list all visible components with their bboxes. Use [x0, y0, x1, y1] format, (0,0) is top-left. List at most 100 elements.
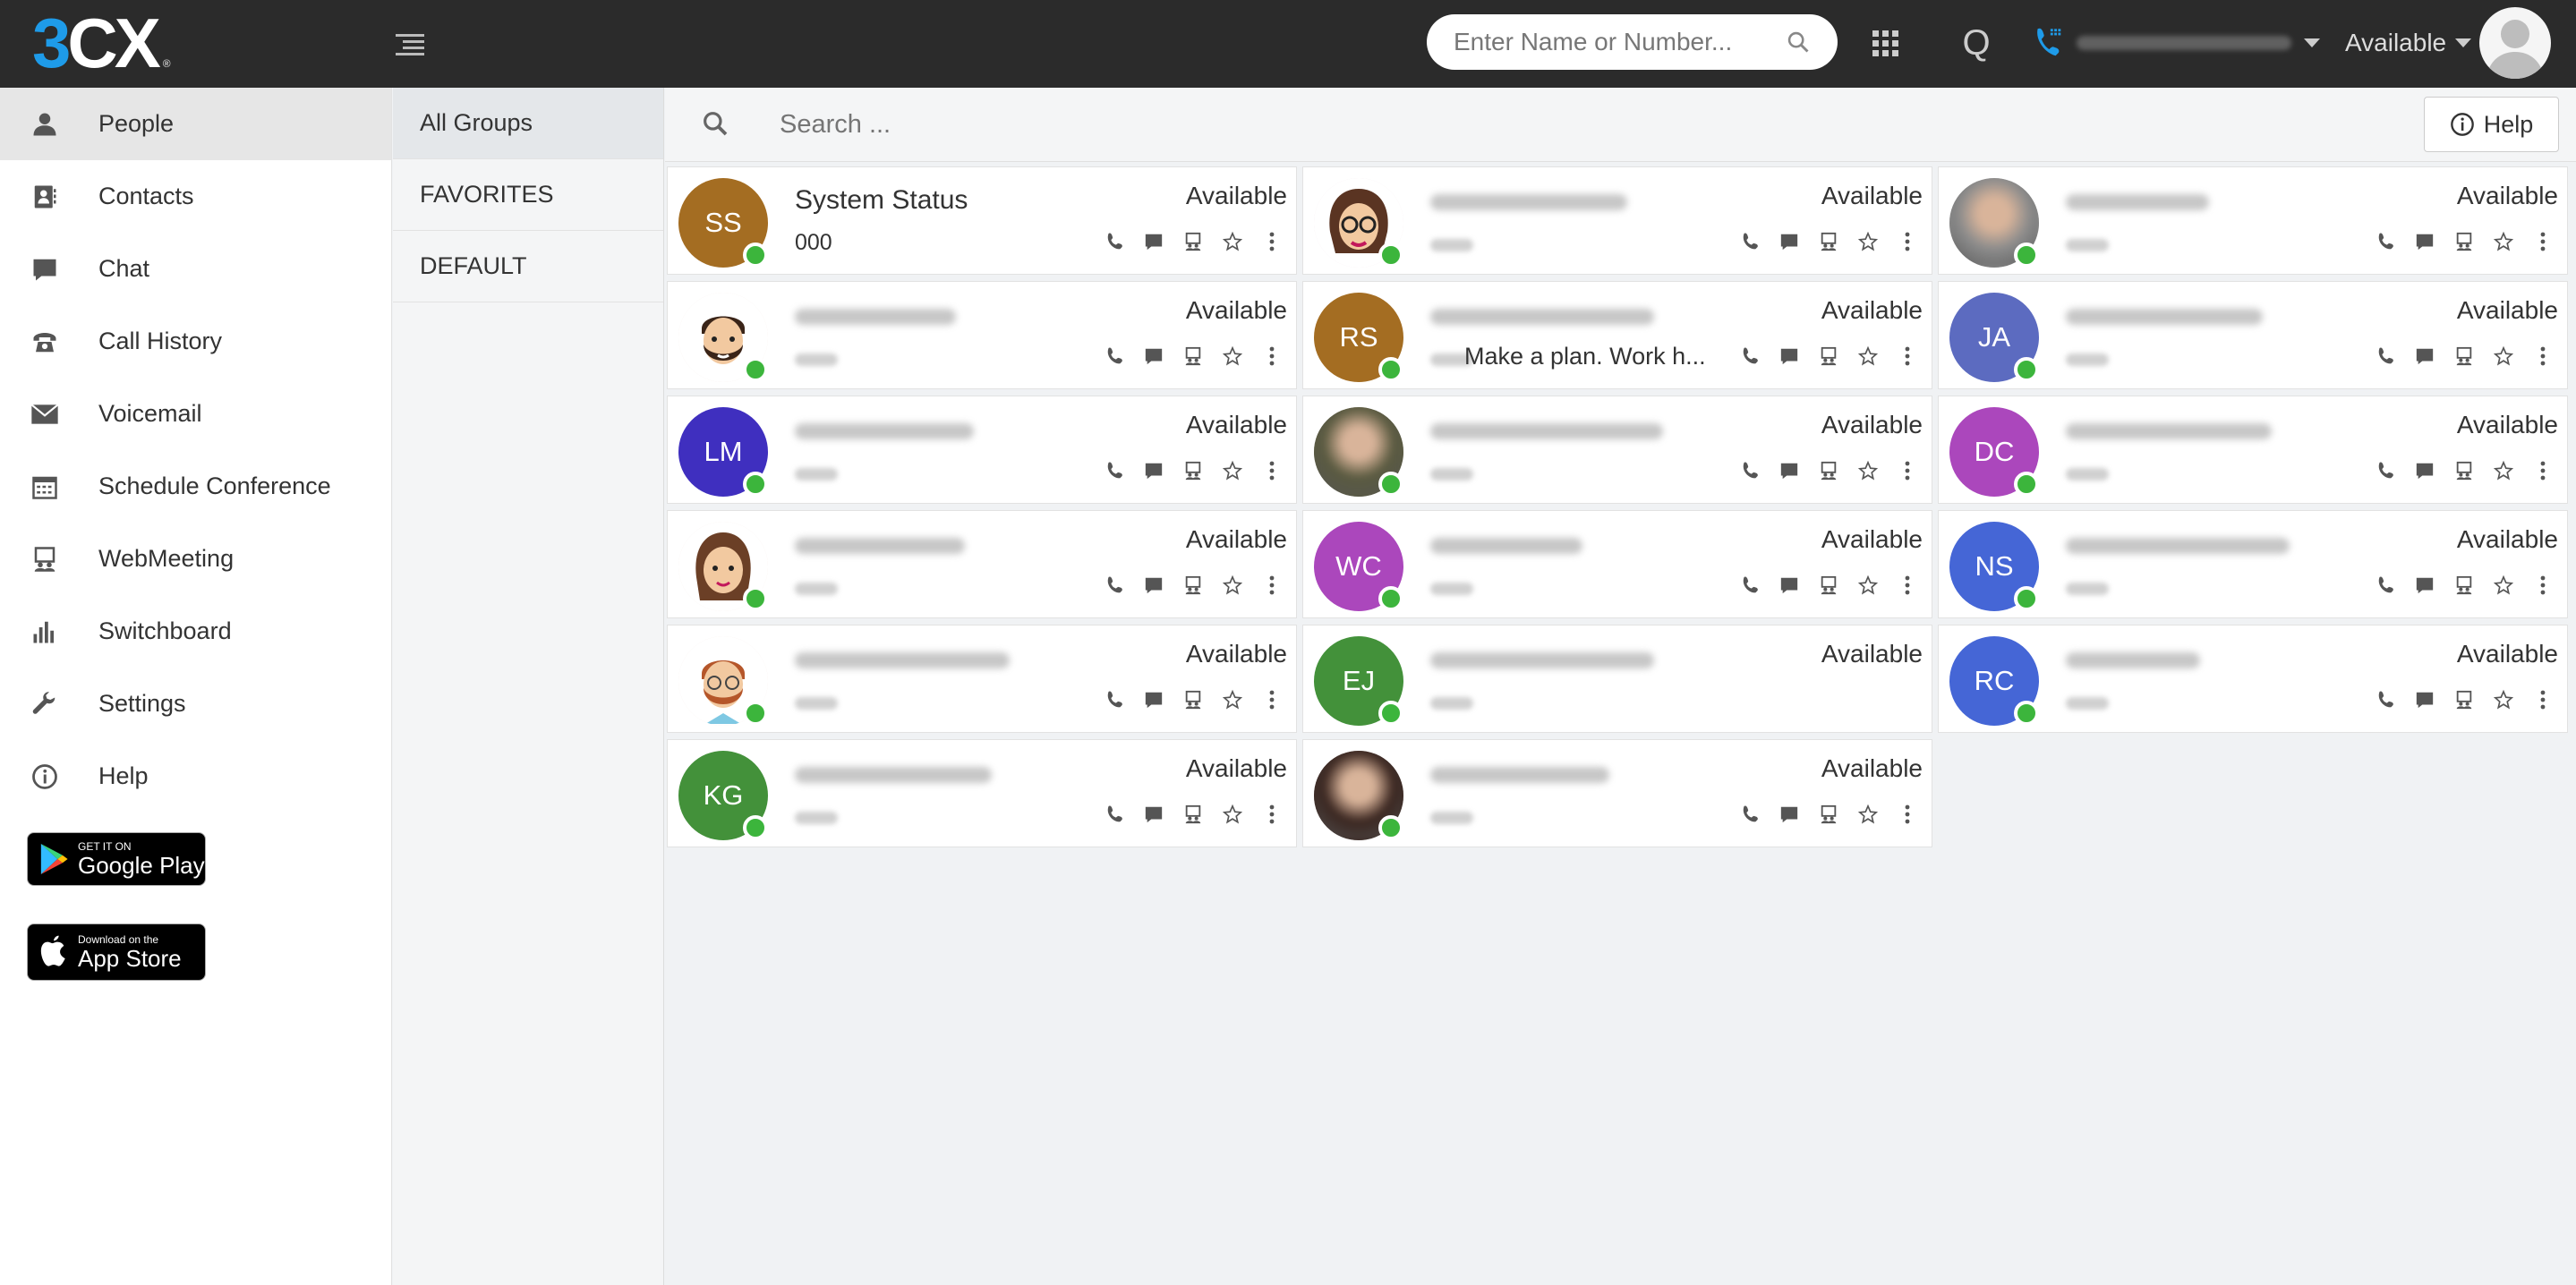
help-button[interactable]: Help — [2424, 97, 2559, 152]
sidebar-item-people[interactable]: People — [0, 88, 391, 160]
star-icon[interactable] — [1223, 574, 1242, 597]
sidebar-item-voicemail[interactable]: Voicemail — [0, 378, 391, 450]
chat-icon[interactable] — [2415, 459, 2435, 482]
sidebar-item-contacts[interactable]: Contacts — [0, 160, 391, 233]
chat-icon[interactable] — [1144, 803, 1164, 826]
status-selector[interactable]: Available — [2345, 21, 2472, 64]
webmeeting-icon[interactable] — [1819, 574, 1838, 597]
contact-card[interactable]: Available — [667, 510, 1297, 618]
chat-icon[interactable] — [1779, 574, 1799, 597]
call-icon[interactable] — [1105, 803, 1124, 826]
contact-card[interactable]: Available — [667, 281, 1297, 389]
contact-card[interactable]: Available — [1302, 396, 1932, 504]
webmeeting-icon[interactable] — [2454, 459, 2474, 482]
chat-icon[interactable] — [2415, 574, 2435, 597]
contact-card[interactable]: LM Available — [667, 396, 1297, 504]
contact-card[interactable]: NS Available — [1938, 510, 2568, 618]
webmeeting-icon[interactable] — [1183, 803, 1203, 826]
google-play-badge[interactable]: GET IT ON Google Play — [27, 832, 206, 886]
webmeeting-icon[interactable] — [2454, 574, 2474, 597]
more-vertical-icon[interactable] — [2533, 345, 2553, 368]
star-icon[interactable] — [2494, 230, 2513, 253]
group-favorites[interactable]: FAVORITES — [393, 159, 663, 231]
call-icon[interactable] — [1740, 803, 1760, 826]
star-icon[interactable] — [2494, 345, 2513, 368]
more-vertical-icon[interactable] — [1898, 803, 1917, 826]
app-store-badge[interactable]: Download on the App Store — [27, 923, 206, 981]
contact-card[interactable]: DC Available — [1938, 396, 2568, 504]
3cx-logo[interactable]: 3 CX ® — [32, 4, 171, 82]
sidebar-item-chat[interactable]: Chat — [0, 233, 391, 305]
more-vertical-icon[interactable] — [2533, 574, 2553, 597]
more-vertical-icon[interactable] — [1262, 345, 1282, 368]
more-vertical-icon[interactable] — [1898, 459, 1917, 482]
chat-icon[interactable] — [1144, 688, 1164, 711]
phone-device-selector[interactable] — [2032, 21, 2320, 64]
group-default[interactable]: DEFAULT — [393, 231, 663, 302]
star-icon[interactable] — [1223, 345, 1242, 368]
more-vertical-icon[interactable] — [1262, 803, 1282, 826]
star-icon[interactable] — [1858, 459, 1878, 482]
contact-card[interactable]: RS Make a plan. Work h... Available — [1302, 281, 1932, 389]
contact-card[interactable]: Available — [667, 625, 1297, 733]
call-icon[interactable] — [1105, 688, 1124, 711]
star-icon[interactable] — [1223, 459, 1242, 482]
more-vertical-icon[interactable] — [1898, 345, 1917, 368]
user-avatar[interactable] — [2479, 7, 2551, 79]
sidebar-item-switchboard[interactable]: Switchboard — [0, 595, 391, 668]
webmeeting-icon[interactable] — [1819, 459, 1838, 482]
call-icon[interactable] — [1740, 459, 1760, 482]
star-icon[interactable] — [1858, 345, 1878, 368]
star-icon[interactable] — [1858, 230, 1878, 253]
star-icon[interactable] — [1223, 688, 1242, 711]
sidebar-item-webmeeting[interactable]: WebMeeting — [0, 523, 391, 595]
more-vertical-icon[interactable] — [2533, 230, 2553, 253]
star-icon[interactable] — [1858, 803, 1878, 826]
chat-icon[interactable] — [1779, 459, 1799, 482]
chat-icon[interactable] — [1144, 574, 1164, 597]
chat-icon[interactable] — [2415, 345, 2435, 368]
webmeeting-icon[interactable] — [1819, 345, 1838, 368]
chat-icon[interactable] — [1779, 230, 1799, 253]
sidebar-item-settings[interactable]: Settings — [0, 668, 391, 740]
more-vertical-icon[interactable] — [1898, 574, 1917, 597]
contact-card[interactable]: Available — [1302, 739, 1932, 847]
queue-icon[interactable]: Q — [1958, 21, 1994, 64]
call-icon[interactable] — [1105, 230, 1124, 253]
sidebar-item-schedule-conference[interactable]: Schedule Conference — [0, 450, 391, 523]
call-icon[interactable] — [1105, 345, 1124, 368]
call-icon[interactable] — [2376, 459, 2395, 482]
more-vertical-icon[interactable] — [1262, 230, 1282, 253]
chat-icon[interactable] — [1779, 803, 1799, 826]
webmeeting-icon[interactable] — [1183, 345, 1203, 368]
people-search-input[interactable] — [780, 104, 2122, 145]
call-icon[interactable] — [2376, 230, 2395, 253]
more-vertical-icon[interactable] — [1898, 230, 1917, 253]
contact-card[interactable]: RC Available — [1938, 625, 2568, 733]
sidebar-item-help[interactable]: Help — [0, 740, 391, 813]
chat-icon[interactable] — [1779, 345, 1799, 368]
call-icon[interactable] — [2376, 345, 2395, 368]
contact-card[interactable]: Available — [1302, 166, 1932, 275]
chat-icon[interactable] — [2415, 230, 2435, 253]
webmeeting-icon[interactable] — [1819, 803, 1838, 826]
dialpad-grid-icon[interactable] — [1867, 21, 1903, 64]
group-all-groups[interactable]: All Groups — [393, 88, 663, 159]
call-icon[interactable] — [2376, 688, 2395, 711]
call-icon[interactable] — [1105, 459, 1124, 482]
webmeeting-icon[interactable] — [1183, 230, 1203, 253]
webmeeting-icon[interactable] — [1183, 688, 1203, 711]
dial-search-input[interactable]: Enter Name or Number... — [1427, 14, 1838, 70]
menu-collapse-icon[interactable] — [396, 30, 424, 55]
star-icon[interactable] — [2494, 574, 2513, 597]
contact-card[interactable]: Available — [1938, 166, 2568, 275]
webmeeting-icon[interactable] — [2454, 345, 2474, 368]
star-icon[interactable] — [1223, 230, 1242, 253]
contact-card[interactable]: WC Available — [1302, 510, 1932, 618]
chat-icon[interactable] — [1144, 459, 1164, 482]
contact-card[interactable]: EJ Available — [1302, 625, 1932, 733]
chat-icon[interactable] — [1144, 345, 1164, 368]
more-vertical-icon[interactable] — [2533, 688, 2553, 711]
webmeeting-icon[interactable] — [1819, 230, 1838, 253]
star-icon[interactable] — [1223, 803, 1242, 826]
